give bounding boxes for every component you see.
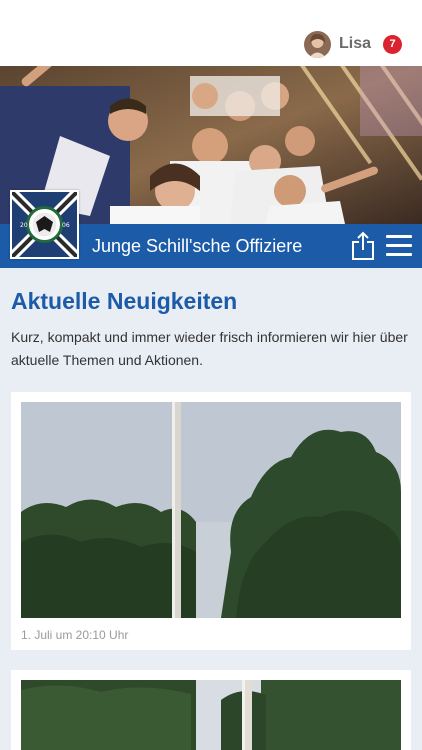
news-post[interactable]: 1. Juli um 20:10 Uhr — [11, 392, 411, 650]
notification-badge[interactable]: 7 — [383, 34, 402, 54]
club-title: Junge Schill'sche Offiziere — [92, 236, 303, 256]
svg-text:20: 20 — [20, 222, 28, 229]
avatar[interactable] — [303, 30, 331, 58]
user-profile[interactable]: Lisa 7 — [303, 30, 402, 58]
section-title: Aktuelle Neuigkeiten — [11, 288, 238, 314]
section-intro: Kurz, kompakt und immer wieder frisch in… — [11, 329, 408, 368]
svg-text:06: 06 — [62, 222, 70, 229]
hamburger-menu-icon[interactable] — [386, 235, 412, 257]
club-logo: 20 06 — [8, 188, 81, 261]
news-post[interactable] — [11, 670, 411, 750]
post-timestamp: 1. Juli um 20:10 Uhr — [21, 628, 129, 642]
post-image[interactable] — [21, 680, 401, 750]
share-icon[interactable] — [350, 231, 376, 261]
post-image[interactable] — [21, 402, 401, 618]
top-bar: Lisa 7 — [0, 0, 422, 66]
username[interactable]: Lisa — [339, 35, 371, 53]
